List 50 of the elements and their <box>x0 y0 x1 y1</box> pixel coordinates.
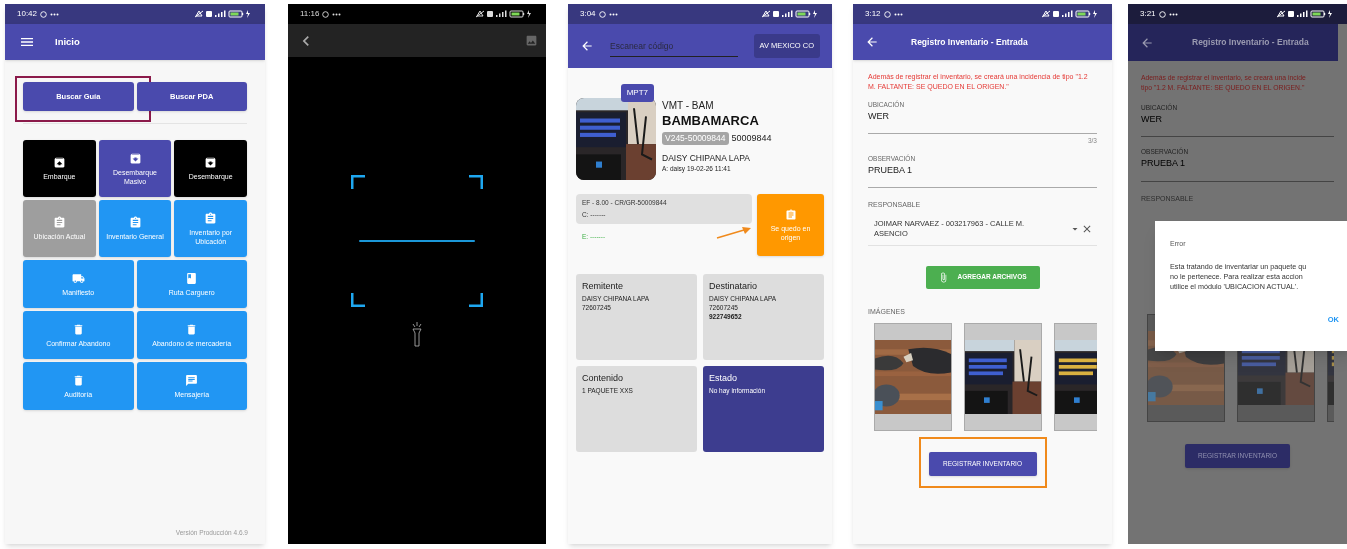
more-icon <box>332 12 342 16</box>
back-icon[interactable] <box>865 35 879 49</box>
screen-title: Registro Inventario - Entrada <box>1192 36 1309 49</box>
status-icons-drawing <box>1277 10 1335 18</box>
more-icon <box>50 12 60 16</box>
status-icons-drawing <box>1042 10 1100 18</box>
truck-icon <box>71 271 85 285</box>
status-icons-drawing <box>762 10 820 18</box>
status-time: 3:12 <box>865 8 881 20</box>
status-time: 10:42 <box>17 8 38 20</box>
card-title: Remitente <box>582 280 625 293</box>
status-time: 3:21 <box>1140 8 1156 20</box>
status-time: 11:16 <box>300 8 320 20</box>
search-field[interactable]: Escanear código <box>610 35 738 57</box>
chat-bubble-icon <box>322 10 330 18</box>
gallery-icon[interactable] <box>525 34 538 47</box>
guide-tag: V245-50009844 <box>662 132 729 146</box>
back-icon[interactable] <box>580 39 594 53</box>
chat-bubble-icon <box>40 10 48 18</box>
route-code: VMT - BAM <box>662 99 715 113</box>
customer-name: DAISY CHIPANA LAPA <box>662 151 751 165</box>
clipboard-icon <box>128 216 142 230</box>
clipboard-icon <box>204 211 218 225</box>
image-card[interactable] <box>874 323 952 432</box>
card-title: Destinatario <box>709 280 759 293</box>
book-icon <box>185 271 199 285</box>
clipboard-icon <box>52 216 66 230</box>
more-icon <box>608 12 618 16</box>
screen-title: Registro Inventario - Entrada <box>911 35 1028 49</box>
more-icon <box>1168 12 1178 16</box>
route-badge: MPT7 <box>620 84 654 102</box>
chat-bubble-icon <box>883 10 891 18</box>
card-title: Contenido <box>582 372 625 385</box>
chat-bubble-icon <box>1158 10 1166 18</box>
status-icons-drawing <box>476 10 534 18</box>
guide-number: 50009844 <box>731 132 772 145</box>
clipboard-icon <box>784 208 797 221</box>
card-title: Estado <box>709 372 739 385</box>
status-time: 3:04 <box>580 8 596 20</box>
archive-box-icon <box>204 156 218 170</box>
status-icons-drawing <box>195 10 253 18</box>
upload-box-icon <box>52 156 66 170</box>
flashlight-icon[interactable] <box>412 321 422 347</box>
screen-title: Inicio <box>55 34 80 49</box>
archive-box-icon <box>128 151 142 165</box>
chat-icon <box>185 373 199 387</box>
more-icon <box>893 12 903 16</box>
image-card[interactable] <box>964 323 1042 432</box>
destination-city: BAMBAMARCA <box>662 113 760 129</box>
chat-bubble-icon <box>598 10 606 18</box>
